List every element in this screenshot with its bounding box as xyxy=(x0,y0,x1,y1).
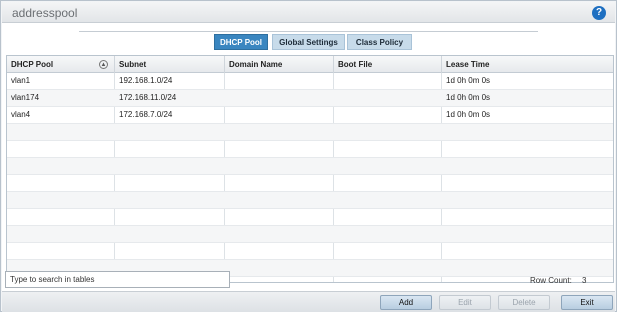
cell-boot-file xyxy=(334,107,338,123)
table-row[interactable]: vlan4 172.168.7.0/24 1d 0h 0m 0s xyxy=(7,107,613,124)
empty-row xyxy=(7,243,613,260)
main-content: DHCP Pool Global Settings Class Policy D… xyxy=(2,23,615,291)
column-header-domain-name[interactable]: Domain Name xyxy=(225,56,334,73)
cell-lease-time: 1d 0h 0m 0s xyxy=(446,93,491,102)
cell-boot-file xyxy=(334,73,338,89)
row-count-label: Row Count: xyxy=(530,276,572,285)
cell-lease-time: 1d 0h 0m 0s xyxy=(446,110,491,119)
tab-dhcp-pool[interactable]: DHCP Pool xyxy=(214,34,268,50)
cell-domain-name xyxy=(225,90,229,106)
table-search-input[interactable] xyxy=(5,271,230,288)
cell-dhcp-pool: vlan174 xyxy=(11,93,40,102)
cell-lease-time: 1d 0h 0m 0s xyxy=(446,76,491,85)
column-header-dhcp-pool[interactable]: DHCP Pool ▲ xyxy=(7,56,115,73)
delete-button[interactable]: Delete xyxy=(498,295,550,310)
row-count-value: 3 xyxy=(582,276,587,285)
empty-row xyxy=(7,209,613,226)
edit-button[interactable]: Edit xyxy=(439,295,491,310)
window-title: addresspool xyxy=(12,6,78,20)
cell-domain-name xyxy=(225,73,229,89)
cell-subnet: 172.168.11.0/24 xyxy=(119,93,177,102)
column-header-subnet[interactable]: Subnet xyxy=(115,56,225,73)
title-bar: addresspool ? xyxy=(2,2,615,23)
empty-row xyxy=(7,124,613,141)
empty-row xyxy=(7,141,613,158)
table-row[interactable]: vlan174 172.168.11.0/24 1d 0h 0m 0s xyxy=(7,90,613,107)
cell-subnet: 172.168.7.0/24 xyxy=(119,110,173,119)
table-row[interactable]: vlan1 192.168.1.0/24 1d 0h 0m 0s xyxy=(7,73,613,90)
tab-class-policy[interactable]: Class Policy xyxy=(347,34,412,50)
cell-domain-name xyxy=(225,107,229,123)
button-bar: Add Edit Delete Exit xyxy=(2,291,615,312)
addresspool-window: addresspool ? DHCP Pool Global Settings … xyxy=(0,0,617,312)
tab-divider xyxy=(79,31,538,32)
cell-dhcp-pool: vlan1 xyxy=(11,76,31,85)
column-header-label: DHCP Pool xyxy=(11,60,54,69)
exit-button[interactable]: Exit xyxy=(561,295,613,310)
dhcp-pool-table: DHCP Pool ▲ Subnet Domain Name Boot File… xyxy=(6,55,614,283)
sort-icon[interactable]: ▲ xyxy=(99,60,108,69)
table-header: DHCP Pool ▲ Subnet Domain Name Boot File… xyxy=(7,56,613,73)
empty-row xyxy=(7,158,613,175)
empty-row xyxy=(7,192,613,209)
empty-row xyxy=(7,175,613,192)
cell-subnet: 192.168.1.0/24 xyxy=(119,76,173,85)
cell-dhcp-pool: vlan4 xyxy=(11,110,31,119)
cell-boot-file xyxy=(334,90,338,106)
tab-global-settings[interactable]: Global Settings xyxy=(272,34,345,50)
column-header-lease-time[interactable]: Lease Time xyxy=(442,56,613,73)
add-button[interactable]: Add xyxy=(380,295,432,310)
empty-row xyxy=(7,226,613,243)
column-header-boot-file[interactable]: Boot File xyxy=(334,56,442,73)
help-icon[interactable]: ? xyxy=(592,6,606,20)
